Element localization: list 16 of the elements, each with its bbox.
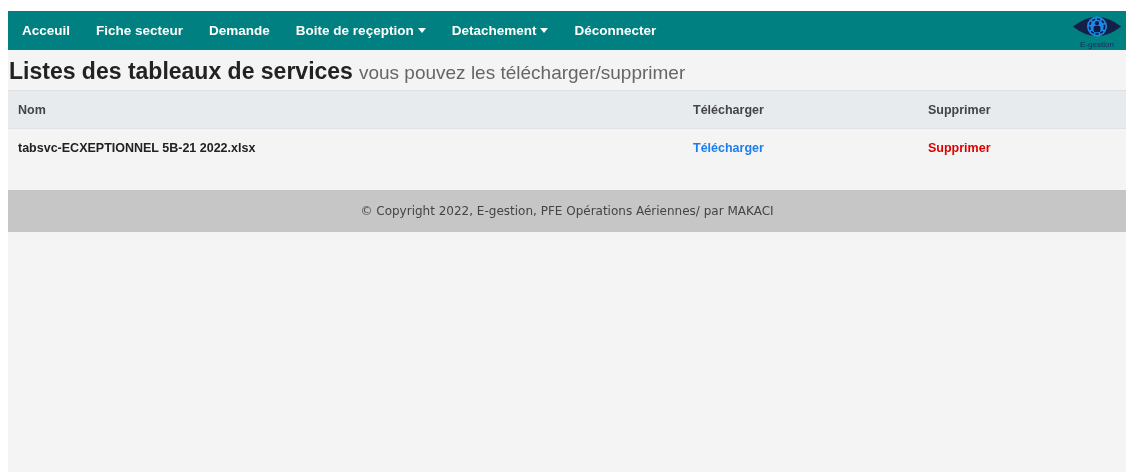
nav-link[interactable]: Acceuil <box>22 23 71 38</box>
copyright-text: © Copyright 2022, E-gestion, PFE Opérations Aériennes/ par MAKACI <box>360 204 774 218</box>
page-subtitle: vous pouvez les télécharger/supprimer <box>358 62 686 83</box>
delete-link[interactable]: Supprimer <box>928 141 991 155</box>
column-header: Nom <box>8 90 683 129</box>
download-link[interactable]: Télécharger <box>693 141 764 155</box>
nav-link[interactable]: Detachement <box>451 23 549 38</box>
nav-link[interactable]: Boite de reçeption <box>295 23 426 38</box>
page-title: Listes des tableaux de services <box>9 58 353 84</box>
nav-link[interactable]: Déconnecter <box>574 23 657 38</box>
nav-link[interactable]: Demande <box>209 23 270 38</box>
logo-text: E-gestion <box>1080 39 1114 49</box>
column-header: Supprimer <box>918 90 1126 129</box>
column-header: Télécharger <box>683 90 918 129</box>
nav-link[interactable]: Fiche secteur <box>96 23 184 38</box>
table-cell: tabsvc-ECXEPTIONNEL 5B-21 2022.xlsx <box>8 128 683 167</box>
